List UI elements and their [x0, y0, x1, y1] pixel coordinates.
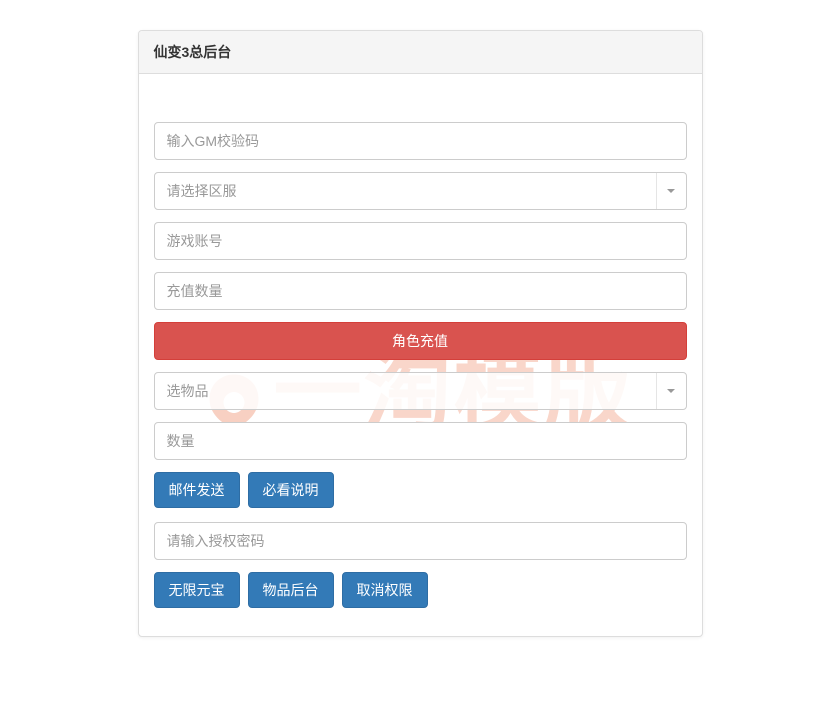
panel-title: 仙变3总后台	[139, 31, 702, 74]
item-select-placeholder: 选物品	[167, 381, 209, 401]
server-select[interactable]: 请选择区服	[154, 172, 687, 210]
gm-code-input[interactable]	[154, 122, 687, 160]
item-select[interactable]: 选物品	[154, 372, 687, 410]
auth-password-input[interactable]	[154, 522, 687, 560]
panel-body: 请选择区服 角色充值 选物品 邮件发送 必看说明 无限元宝	[139, 74, 702, 636]
item-backend-button[interactable]: 物品后台	[248, 572, 334, 608]
must-read-button[interactable]: 必看说明	[248, 472, 334, 508]
cancel-permission-button[interactable]: 取消权限	[342, 572, 428, 608]
recharge-amount-input[interactable]	[154, 272, 687, 310]
send-mail-button[interactable]: 邮件发送	[154, 472, 240, 508]
recharge-button[interactable]: 角色充值	[154, 322, 687, 360]
chevron-down-icon	[656, 173, 676, 209]
chevron-down-icon	[656, 373, 676, 409]
server-select-placeholder: 请选择区服	[167, 181, 237, 201]
quantity-input[interactable]	[154, 422, 687, 460]
admin-panel: 仙变3总后台 一淘模版 请选择区服 角色充值 选物品	[138, 30, 703, 637]
unlimited-gold-button[interactable]: 无限元宝	[154, 572, 240, 608]
account-input[interactable]	[154, 222, 687, 260]
